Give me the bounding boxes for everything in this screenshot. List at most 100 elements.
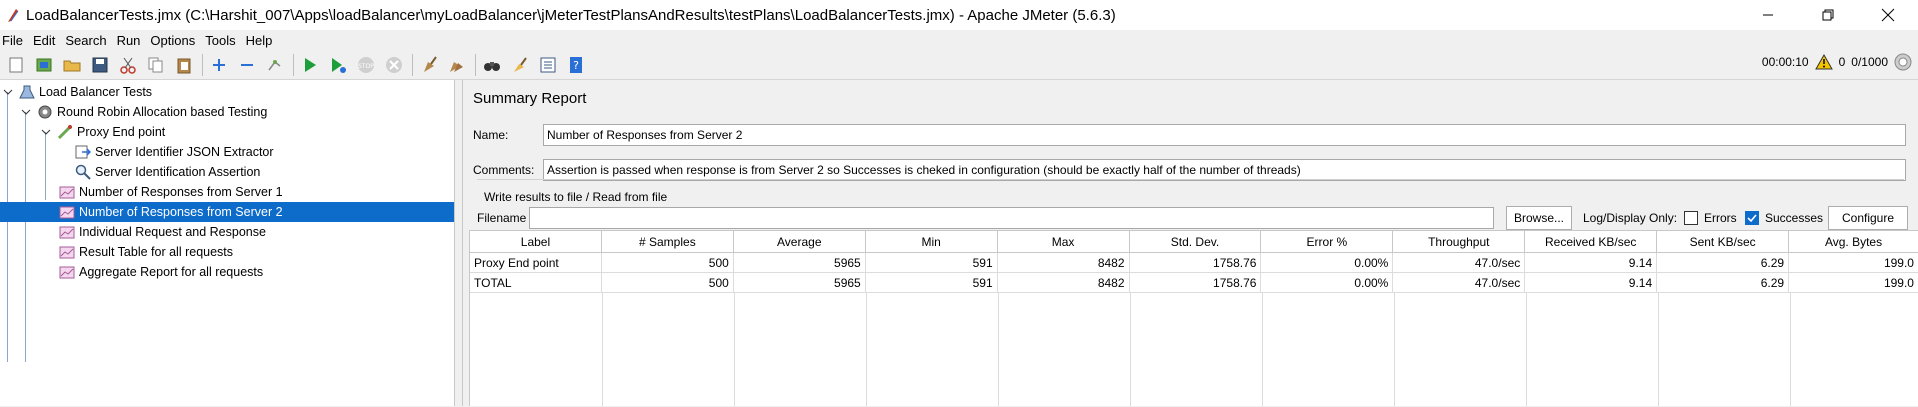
comments-field[interactable]: Assertion is passed when response is fro… (543, 159, 1906, 181)
stop-button[interactable]: STOP (354, 53, 378, 77)
paste-button[interactable] (172, 53, 196, 77)
tree-node-listener-server1[interactable]: Number of Responses from Server 1 (0, 182, 454, 202)
panel-title: Summary Report (473, 90, 587, 107)
column-header[interactable]: Max (998, 231, 1130, 252)
play-icon (305, 57, 316, 72)
plus-icon (213, 58, 225, 71)
checkmark-icon (1747, 214, 1757, 223)
warning-count: 0 (1838, 55, 1846, 69)
copy-button[interactable] (144, 53, 168, 77)
column-header[interactable]: Sent KB/sec (1657, 231, 1790, 252)
column-header[interactable]: Label (470, 231, 602, 252)
test-plan-tree: Load Balancer Tests Round Robin Allocati… (0, 80, 455, 406)
search-button[interactable] (480, 53, 504, 77)
minimize-button[interactable] (1738, 0, 1798, 30)
folder-icon (63, 60, 81, 71)
comments-label: Comments: (473, 163, 535, 177)
templates-button[interactable] (32, 53, 56, 77)
collapse-toggle-icon[interactable] (21, 107, 31, 117)
cut-button[interactable] (116, 53, 140, 77)
start-button[interactable] (298, 53, 322, 77)
errors-checkbox[interactable] (1684, 211, 1698, 225)
start-no-pauses-button[interactable] (326, 53, 350, 77)
column-header[interactable]: Throughput (1393, 231, 1526, 252)
tree-node-label: Aggregate Report for all requests (79, 265, 264, 279)
write-results-group-title: Write results to file / Read from file (481, 190, 671, 204)
tree-node-http-sampler[interactable]: Proxy End point (0, 122, 454, 142)
tree-node-aggregate-report[interactable]: Aggregate Report for all requests (0, 262, 454, 282)
errors-label: Errors (1704, 211, 1737, 225)
table-cell: 6.29 (1657, 253, 1790, 272)
table-cell: 591 (866, 253, 998, 272)
table-cell: 47.0/sec (1393, 273, 1526, 292)
table-cell: 1758.76 (1130, 253, 1262, 272)
save-button[interactable] (88, 53, 112, 77)
name-field[interactable]: Number of Responses from Server 2 (543, 124, 1906, 146)
listener-graph-icon (59, 224, 75, 240)
toolbar-separator (202, 53, 203, 76)
maximize-button[interactable] (1798, 0, 1858, 30)
menu-file[interactable]: File (2, 33, 23, 48)
table-cell: 8482 (998, 253, 1130, 272)
column-header[interactable]: Avg. Bytes (1789, 231, 1918, 252)
collapse-toggle-icon[interactable] (3, 87, 13, 97)
menu-search[interactable]: Search (65, 33, 106, 48)
column-header[interactable]: Received KB/sec (1525, 231, 1658, 252)
table-row[interactable]: Proxy End point 500 5965 591 8482 1758.7… (470, 253, 1918, 273)
name-label: Name: (473, 128, 509, 142)
help-button[interactable]: ? (564, 53, 588, 77)
tree-node-json-extractor[interactable]: Server Identifier JSON Extractor (0, 142, 454, 162)
browse-button[interactable]: Browse... (1506, 206, 1572, 230)
expand-all-button[interactable] (207, 53, 231, 77)
menu-tools[interactable]: Tools (205, 33, 235, 48)
thread-status-icon (1894, 53, 1912, 71)
tree-node-listener-server2[interactable]: Number of Responses from Server 2 (0, 202, 454, 222)
collapse-all-button[interactable] (235, 53, 259, 77)
reset-search-button[interactable] (508, 53, 532, 77)
summary-table: Label # Samples Average Min Max Std. Dev… (469, 230, 1918, 406)
restore-icon (1822, 9, 1834, 21)
listener-graph-icon (59, 244, 75, 260)
table-cell: 500 (602, 253, 734, 272)
tree-node-label: Proxy End point (77, 125, 166, 139)
menu-run[interactable]: Run (117, 33, 141, 48)
column-header[interactable]: Std. Dev. (1130, 231, 1262, 252)
copy-icon (148, 57, 163, 72)
table-cell: 6.29 (1657, 273, 1790, 292)
new-button[interactable] (4, 53, 28, 77)
table-row[interactable]: TOTAL 500 5965 591 8482 1758.76 0.00% 47… (470, 273, 1918, 293)
column-header[interactable]: Min (866, 231, 998, 252)
function-helper-button[interactable] (536, 53, 560, 77)
tree-node-assertion[interactable]: Server Identification Assertion (0, 162, 454, 182)
shutdown-button[interactable] (382, 53, 406, 77)
menu-help[interactable]: Help (246, 33, 273, 48)
column-header[interactable]: # Samples (602, 231, 734, 252)
warning-icon[interactable] (1814, 54, 1833, 70)
menu-options[interactable]: Options (150, 33, 195, 48)
thread-count: 0/1000 (1851, 55, 1888, 69)
menu-edit[interactable]: Edit (33, 33, 55, 48)
tree-node-thread-group[interactable]: Round Robin Allocation based Testing (0, 102, 454, 122)
toolbar-separator (412, 53, 413, 76)
clear-all-button[interactable] (445, 53, 469, 77)
minus-icon (241, 63, 253, 66)
pane-splitter[interactable] (455, 80, 463, 406)
clear-button[interactable] (417, 53, 441, 77)
configure-button[interactable]: Configure (1828, 206, 1908, 230)
table-cell: 8482 (998, 273, 1130, 292)
tree-node-test-plan[interactable]: Load Balancer Tests (0, 82, 454, 102)
tree-node-result-table[interactable]: Result Table for all requests (0, 242, 454, 262)
toolbar: STOP ? 00:00:10 0 0/1000 (0, 50, 1918, 80)
filename-input[interactable] (529, 207, 1494, 229)
tree-node-individual-request[interactable]: Individual Request and Response (0, 222, 454, 242)
close-button[interactable] (1858, 0, 1918, 30)
toggle-button[interactable] (263, 53, 287, 77)
column-header[interactable]: Error % (1261, 231, 1394, 252)
new-file-icon (9, 57, 23, 72)
column-header[interactable]: Average (734, 231, 866, 252)
open-button[interactable] (60, 53, 84, 77)
successes-checkbox[interactable] (1745, 211, 1759, 225)
menu-bar: File Edit Search Run Options Tools Help (0, 30, 1918, 50)
table-cell: 0.00% (1261, 273, 1394, 292)
collapse-toggle-icon[interactable] (41, 127, 51, 137)
